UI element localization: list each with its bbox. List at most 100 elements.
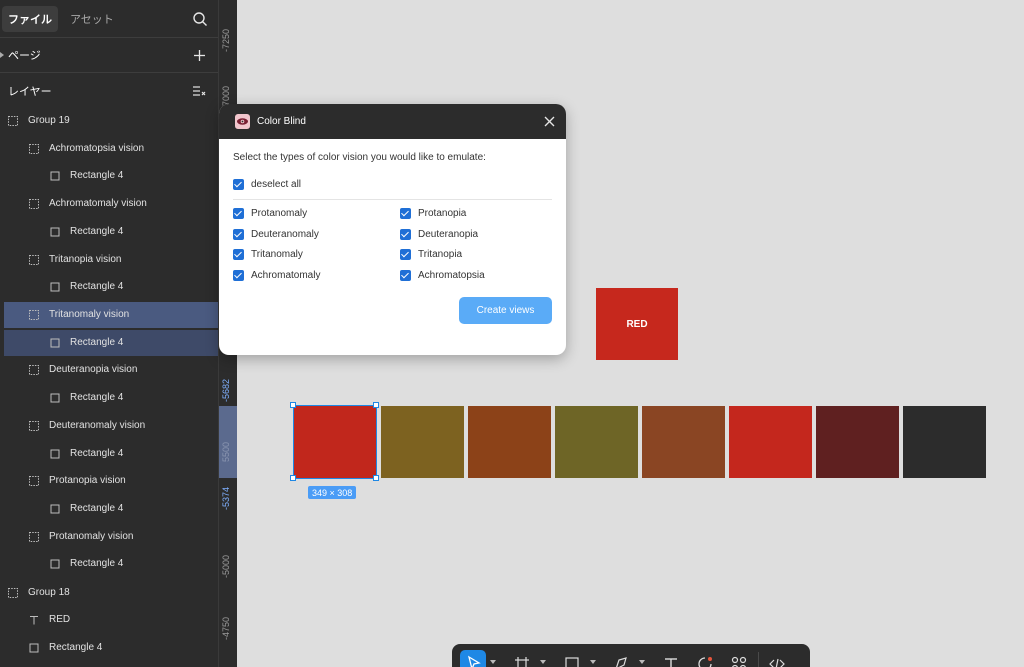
chevron-down-icon[interactable] xyxy=(639,660,645,664)
rectangle-icon xyxy=(50,393,60,403)
layer-row[interactable]: Group 19 xyxy=(4,108,218,134)
dev-mode-icon[interactable] xyxy=(768,655,786,667)
selection-size-badge: 349 × 308 xyxy=(308,486,357,499)
layer-row[interactable]: Tritanomaly vision xyxy=(4,302,218,328)
add-page-icon[interactable] xyxy=(193,49,206,62)
chevron-down-icon[interactable] xyxy=(490,660,496,664)
checkbox-checked[interactable] xyxy=(233,179,244,190)
color-swatch[interactable] xyxy=(816,406,899,478)
sidebar-tabs: ファイル アセット xyxy=(0,0,218,38)
layer-row[interactable]: Rectangle 4 xyxy=(4,496,218,522)
layer-label: Rectangle 4 xyxy=(70,281,124,292)
bottom-toolbar xyxy=(452,644,810,667)
rectangle-tool-icon[interactable] xyxy=(563,655,581,667)
checkbox-checked[interactable] xyxy=(400,229,411,240)
components-tool-icon[interactable] xyxy=(730,655,748,667)
resize-handle[interactable] xyxy=(290,402,296,408)
checkbox-checked[interactable] xyxy=(400,208,411,219)
frame-icon xyxy=(29,365,39,375)
color-swatch[interactable] xyxy=(468,406,551,478)
ruler-label: -5682 xyxy=(221,378,231,402)
rectangle-icon xyxy=(50,338,60,348)
eye-icon xyxy=(237,118,248,125)
color-swatch[interactable] xyxy=(555,406,638,478)
layer-row[interactable]: Deuteranomaly vision xyxy=(4,413,218,439)
checkbox-checked[interactable] xyxy=(233,270,244,281)
move-tool-button[interactable] xyxy=(460,650,486,667)
layer-label: Group 18 xyxy=(28,587,70,598)
text-tool-icon[interactable] xyxy=(662,655,680,667)
chevron-down-icon[interactable] xyxy=(540,660,546,664)
pages-section[interactable]: ページ xyxy=(0,38,218,73)
color-swatch[interactable] xyxy=(729,406,812,478)
tab-file[interactable]: ファイル xyxy=(2,5,58,32)
resize-handle[interactable] xyxy=(373,402,379,408)
tab-assets[interactable]: アセット xyxy=(64,6,120,32)
divider xyxy=(233,199,552,200)
option-protanomaly[interactable]: Protanomaly xyxy=(233,208,307,219)
chevron-down-icon[interactable] xyxy=(590,660,596,664)
collapse-layers-icon[interactable] xyxy=(193,85,206,97)
pen-tool-icon[interactable] xyxy=(612,655,630,667)
layer-row[interactable]: Rectangle 4 xyxy=(4,441,218,467)
create-views-button[interactable]: Create views xyxy=(459,297,552,324)
cursor-icon xyxy=(467,655,481,667)
layer-label: RED xyxy=(49,614,71,625)
layer-label: Rectangle 4 xyxy=(70,392,124,403)
layer-label: Deuteranomaly vision xyxy=(49,420,146,431)
option-deuteranomaly[interactable]: Deuteranomaly xyxy=(233,229,319,240)
layer-row[interactable]: Deuteranopia vision xyxy=(4,357,218,383)
color-swatch[interactable] xyxy=(642,406,725,478)
layer-row[interactable]: Rectangle 4 xyxy=(4,163,218,189)
rectangle-icon xyxy=(50,504,60,514)
option-tritanopia[interactable]: Tritanopia xyxy=(400,249,462,260)
color-swatch[interactable] xyxy=(903,406,986,478)
layer-label: Rectangle 4 xyxy=(70,337,124,348)
color-swatch[interactable] xyxy=(381,406,464,478)
frame-icon xyxy=(29,144,39,154)
ruler-label: -4750 xyxy=(221,616,231,640)
checkbox-label: deselect all xyxy=(251,179,302,190)
option-tritanomaly[interactable]: Tritanomaly xyxy=(233,249,303,260)
layer-row[interactable]: Rectangle 4 xyxy=(4,385,218,411)
layer-row[interactable]: RED xyxy=(4,607,218,633)
checkbox-checked[interactable] xyxy=(233,229,244,240)
layer-row[interactable]: Tritanopia vision xyxy=(4,247,218,273)
toolbar-divider xyxy=(758,652,759,667)
checkbox-checked[interactable] xyxy=(233,208,244,219)
layer-row[interactable]: Group 18 xyxy=(4,580,218,606)
layer-label: Rectangle 4 xyxy=(70,448,124,459)
layer-row[interactable]: Achromatopsia vision xyxy=(4,136,218,162)
deselect-all-checkbox[interactable]: deselect all xyxy=(233,179,301,190)
checkbox-checked[interactable] xyxy=(400,270,411,281)
comment-tool-icon[interactable] xyxy=(696,655,714,667)
option-achromatomaly[interactable]: Achromatomaly xyxy=(233,270,320,281)
red-frame[interactable]: RED xyxy=(596,288,678,360)
ruler-label: 7000 xyxy=(221,85,231,106)
checkbox-label: Deuteranopia xyxy=(418,229,479,240)
option-achromatopsia[interactable]: Achromatopsia xyxy=(400,270,485,281)
checkbox-checked[interactable] xyxy=(400,249,411,260)
layer-row[interactable]: Rectangle 4 xyxy=(4,330,218,356)
ruler-label: 5500 xyxy=(221,441,231,462)
option-deuteranopia[interactable]: Deuteranopia xyxy=(400,229,478,240)
frame-icon xyxy=(29,255,39,265)
layer-row[interactable]: Rectangle 4 xyxy=(4,274,218,300)
layer-row[interactable]: Protanomaly vision xyxy=(4,524,218,550)
chevron-right-icon[interactable] xyxy=(0,52,4,58)
frame-tool-icon[interactable] xyxy=(513,655,531,667)
resize-handle[interactable] xyxy=(290,475,296,481)
layer-label: Tritanopia vision xyxy=(49,254,122,265)
resize-handle[interactable] xyxy=(373,475,379,481)
checkbox-label: Achromatomaly xyxy=(251,270,321,281)
checkbox-checked[interactable] xyxy=(233,249,244,260)
search-icon[interactable] xyxy=(192,11,208,27)
option-protanopia[interactable]: Protanopia xyxy=(400,208,466,219)
layer-row[interactable]: Protanopia vision xyxy=(4,468,218,494)
layer-row[interactable]: Rectangle 4 xyxy=(4,635,218,661)
layer-row[interactable]: Achromatomaly vision xyxy=(4,191,218,217)
layer-row[interactable]: Rectangle 4 xyxy=(4,219,218,245)
layer-label: Deuteranopia vision xyxy=(49,364,138,375)
layer-row[interactable]: Rectangle 4 xyxy=(4,551,218,577)
close-icon[interactable] xyxy=(543,115,556,128)
